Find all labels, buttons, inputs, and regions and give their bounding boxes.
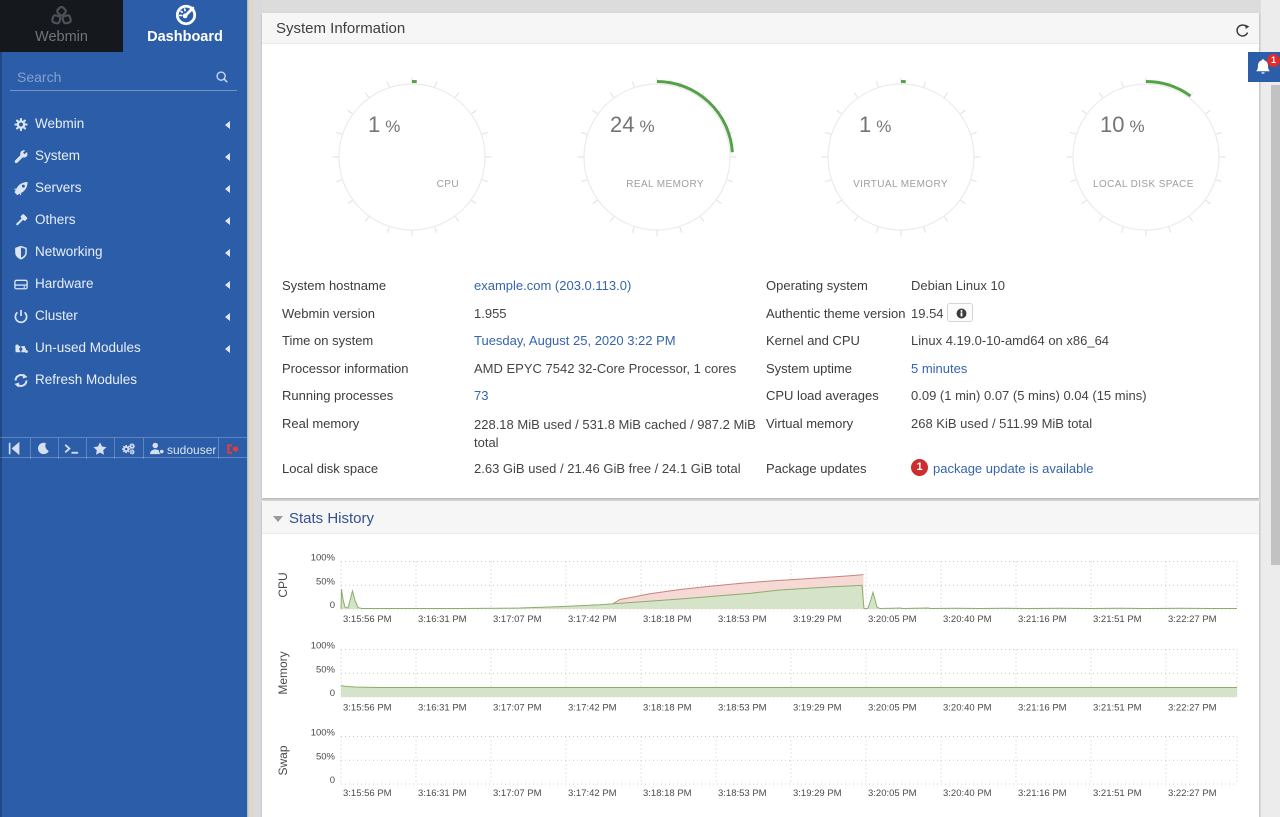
svg-text:3:15:56 PM: 3:15:56 PM [343,788,392,799]
svg-text:3:18:18 PM: 3:18:18 PM [643,702,692,713]
svg-text:3:19:29 PM: 3:19:29 PM [793,614,842,625]
svg-text:3:17:42 PM: 3:17:42 PM [568,614,617,625]
svg-text:3:17:42 PM: 3:17:42 PM [568,702,617,713]
svg-text:50%: 50% [316,664,336,675]
svg-text:3:19:29 PM: 3:19:29 PM [793,702,842,713]
svg-text:3:20:05 PM: 3:20:05 PM [868,788,917,799]
svg-text:CPU: CPU [276,572,290,597]
svg-text:100%: 100% [311,641,336,652]
svg-text:3:19:29 PM: 3:19:29 PM [793,788,842,799]
svg-text:0: 0 [330,775,335,786]
svg-text:3:22:27 PM: 3:22:27 PM [1168,788,1217,799]
svg-text:3:22:27 PM: 3:22:27 PM [1168,702,1217,713]
svg-text:3:18:53 PM: 3:18:53 PM [718,702,767,713]
svg-text:3:20:40 PM: 3:20:40 PM [943,788,992,799]
svg-text:3:20:40 PM: 3:20:40 PM [943,614,992,625]
svg-text:3:21:51 PM: 3:21:51 PM [1093,788,1142,799]
svg-text:3:20:40 PM: 3:20:40 PM [943,702,992,713]
svg-text:3:15:56 PM: 3:15:56 PM [343,702,392,713]
svg-text:3:21:16 PM: 3:21:16 PM [1018,788,1067,799]
svg-text:Memory: Memory [276,651,290,694]
svg-text:3:16:31 PM: 3:16:31 PM [418,702,467,713]
svg-text:3:22:27 PM: 3:22:27 PM [1168,614,1217,625]
svg-text:3:17:07 PM: 3:17:07 PM [493,614,542,625]
svg-text:50%: 50% [316,576,336,587]
svg-text:3:20:05 PM: 3:20:05 PM [868,614,917,625]
svg-text:3:21:16 PM: 3:21:16 PM [1018,702,1067,713]
svg-text:3:18:53 PM: 3:18:53 PM [718,788,767,799]
svg-text:3:21:51 PM: 3:21:51 PM [1093,702,1142,713]
svg-text:3:17:42 PM: 3:17:42 PM [568,788,617,799]
svg-text:50%: 50% [316,751,336,762]
svg-text:3:17:07 PM: 3:17:07 PM [493,788,542,799]
svg-text:3:21:16 PM: 3:21:16 PM [1018,614,1067,625]
svg-text:100%: 100% [311,553,336,564]
svg-text:3:15:56 PM: 3:15:56 PM [343,614,392,625]
svg-text:0: 0 [330,688,335,699]
svg-text:0: 0 [330,600,335,611]
svg-text:Swap: Swap [276,745,290,775]
svg-text:3:17:07 PM: 3:17:07 PM [493,702,542,713]
svg-text:3:20:05 PM: 3:20:05 PM [868,702,917,713]
svg-text:3:16:31 PM: 3:16:31 PM [418,788,467,799]
svg-text:3:18:53 PM: 3:18:53 PM [718,614,767,625]
svg-text:3:16:31 PM: 3:16:31 PM [418,614,467,625]
svg-text:3:21:51 PM: 3:21:51 PM [1093,614,1142,625]
svg-text:100%: 100% [311,728,336,739]
svg-text:3:18:18 PM: 3:18:18 PM [643,788,692,799]
svg-text:3:18:18 PM: 3:18:18 PM [643,614,692,625]
